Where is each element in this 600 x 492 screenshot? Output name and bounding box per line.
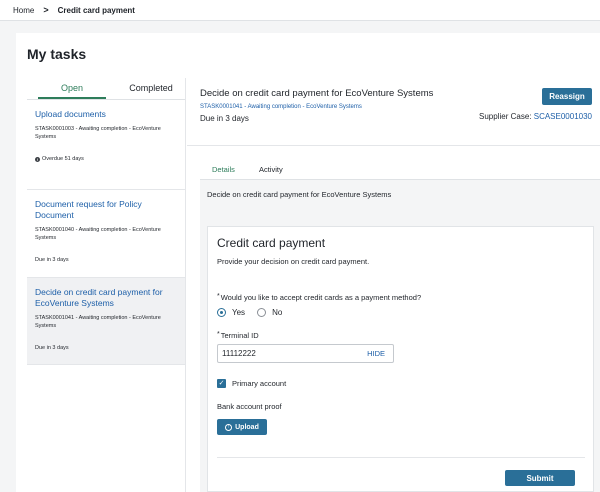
radio-yes-label[interactable]: Yes — [232, 308, 245, 317]
task-item-meta: STASK0001041 - Awaiting completion - Eco… — [35, 315, 161, 329]
task-detail-due: Due in 3 days — [200, 114, 249, 123]
task-item-status: Due in 3 days — [35, 257, 177, 263]
accept-cards-question: Would you like to accept credit cards as… — [220, 293, 422, 302]
page-title: My tasks — [27, 46, 87, 62]
details-content: Decide on credit card payment for EcoVen… — [200, 180, 600, 492]
divider — [187, 145, 600, 146]
alert-circle-icon: ! — [35, 156, 40, 162]
supplier-case-label: Supplier Case: — [479, 112, 532, 121]
supplier-case: Supplier Case: SCASE0001030 — [479, 112, 592, 121]
form-subtitle: Provide your decision on credit card pay… — [217, 257, 370, 266]
chevron-right-icon: > — [43, 5, 49, 15]
upload-circle-icon: ↑ — [225, 423, 233, 431]
terminal-id-field[interactable]: 11112222 HIDE — [217, 344, 394, 363]
required-marker: * — [217, 293, 220, 300]
terminal-id-label: *Terminal ID — [217, 331, 259, 340]
task-list-item[interactable]: Document request for Policy Document STA… — [27, 190, 185, 278]
breadcrumb-home[interactable]: Home — [13, 6, 34, 15]
task-item-title[interactable]: Decide on credit card payment for EcoVen… — [35, 287, 177, 309]
task-item-status-text: Due in 3 days — [35, 257, 69, 263]
radio-no-label[interactable]: No — [272, 308, 282, 317]
task-list-tabs: Open Completed — [27, 78, 185, 100]
divider — [217, 457, 585, 458]
task-item-meta: STASK0001003 - Awaiting completion - Eco… — [35, 126, 161, 140]
radio-no[interactable] — [257, 308, 267, 317]
primary-account-checkbox[interactable]: ✓ — [217, 379, 226, 388]
task-item-status-text: Overdue 51 days — [42, 156, 84, 162]
hide-toggle-button[interactable]: HIDE — [367, 349, 385, 358]
task-detail-panel: Decide on credit card payment for EcoVen… — [187, 78, 600, 492]
breadcrumb-current: Credit card payment — [57, 5, 135, 15]
task-detail-subtitle[interactable]: STASK0001041 - Awaiting completion - Eco… — [200, 104, 362, 110]
task-list-item-selected[interactable]: Decide on credit card payment for EcoVen… — [27, 278, 185, 365]
radio-yes[interactable] — [217, 308, 226, 317]
upload-button[interactable]: ↑ Upload — [217, 419, 267, 435]
form-title: Credit card payment — [217, 236, 326, 250]
breadcrumb: Home > Credit card payment — [0, 0, 600, 21]
required-marker: * — [217, 331, 220, 338]
terminal-id-label-text: Terminal ID — [220, 331, 259, 340]
task-item-title[interactable]: Document request for Policy Document — [35, 199, 177, 221]
task-list-item[interactable]: Upload documents STASK0001003 - Awaiting… — [27, 100, 185, 190]
terminal-id-value[interactable]: 11112222 — [222, 349, 256, 358]
task-list-panel: Open Completed Upload documents STASK000… — [27, 78, 186, 492]
primary-account-row: ✓ Primary account — [217, 379, 286, 388]
main-container: My tasks Open Completed Upload documents… — [16, 33, 600, 492]
accept-cards-label: *Would you like to accept credit cards a… — [217, 293, 421, 302]
task-item-meta: STASK0001040 - Awaiting completion - Eco… — [35, 227, 161, 241]
credit-card-form: Credit card payment Provide your decisio… — [207, 226, 594, 492]
details-header: Decide on credit card payment for EcoVen… — [207, 190, 392, 199]
submit-button[interactable]: Submit — [505, 470, 575, 486]
task-detail-title: Decide on credit card payment for EcoVen… — [200, 88, 434, 99]
task-item-status: Due in 3 days — [35, 345, 177, 351]
bank-proof-label: Bank account proof — [217, 402, 282, 411]
task-item-status-text: Due in 3 days — [35, 345, 69, 351]
reassign-button[interactable]: Reassign — [542, 88, 592, 105]
task-item-title[interactable]: Upload documents — [35, 109, 177, 120]
task-item-status: ! Overdue 51 days — [35, 156, 177, 162]
tab-open[interactable]: Open — [38, 78, 106, 99]
tab-completed[interactable]: Completed — [117, 78, 185, 99]
supplier-case-link[interactable]: SCASE0001030 — [534, 112, 592, 121]
primary-account-label[interactable]: Primary account — [232, 379, 286, 388]
accept-cards-radio-group: Yes No — [217, 308, 294, 317]
upload-button-label: Upload — [235, 423, 259, 431]
